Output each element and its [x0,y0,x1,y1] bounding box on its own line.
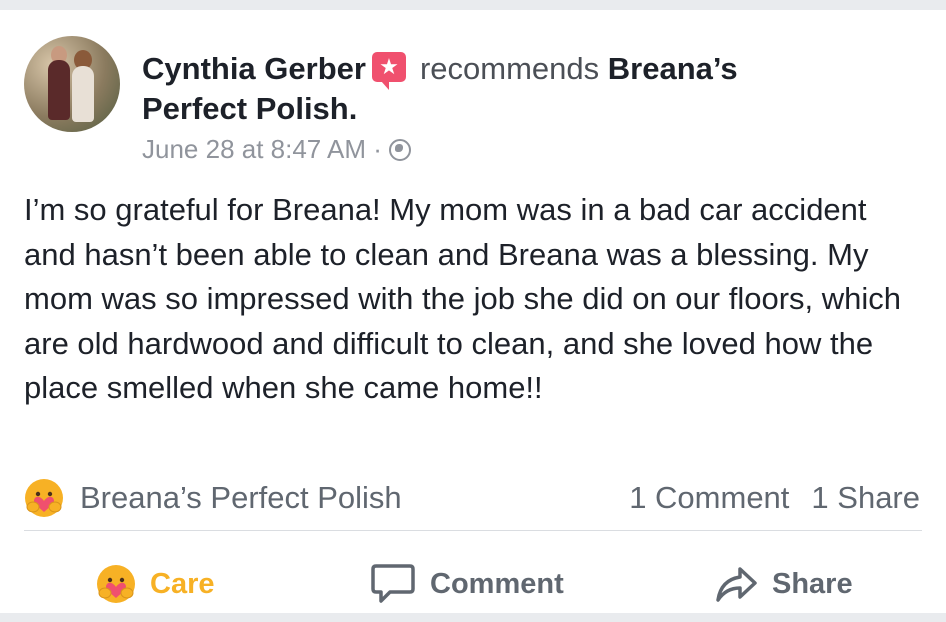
care-emoji-icon[interactable] [24,478,64,518]
care-emoji-icon [97,565,135,603]
comment-count[interactable]: 1 Comment [629,480,789,515]
share-label: Share [772,567,853,600]
avatar-figure [48,60,70,120]
post-card: Cynthia Gerber ★ recommends Breana’s Perfe… [0,10,946,613]
globe-icon[interactable] [389,139,412,161]
author-name[interactable]: Cynthia Gerber [142,51,366,86]
post-body: I’m so grateful for Breana! My mom was i… [24,192,902,405]
action-text: recommends [419,51,600,86]
share-button[interactable]: Share [714,558,853,610]
post-meta: June 28 at 8:47 AM · [142,134,412,165]
divider [24,530,922,531]
comment-button[interactable]: Comment [370,558,564,610]
share-count[interactable]: 1 Share [811,480,920,515]
engagement-counts: 1 Comment 1 Share [607,480,920,516]
meta-separator: · [373,134,382,164]
comment-label: Comment [430,567,564,600]
share-icon [716,567,757,602]
recommend-star-icon: ★ [371,52,406,90]
comment-icon [371,564,415,603]
author-avatar[interactable] [24,36,120,132]
care-label: Care [150,567,215,600]
post-stats: Breana’s Perfect Polish 1 Comment 1 Share [0,476,946,520]
post-timestamp[interactable]: June 28 at 8:47 AM [142,134,366,164]
action-bar: Care Comment Share [0,558,946,610]
care-button[interactable]: Care [96,558,215,610]
reactor-name[interactable]: Breana’s Perfect Polish [80,480,402,516]
post-header: Cynthia Gerber ★ recommends Breana’s Perfe… [142,49,842,129]
avatar-figure [72,66,94,122]
